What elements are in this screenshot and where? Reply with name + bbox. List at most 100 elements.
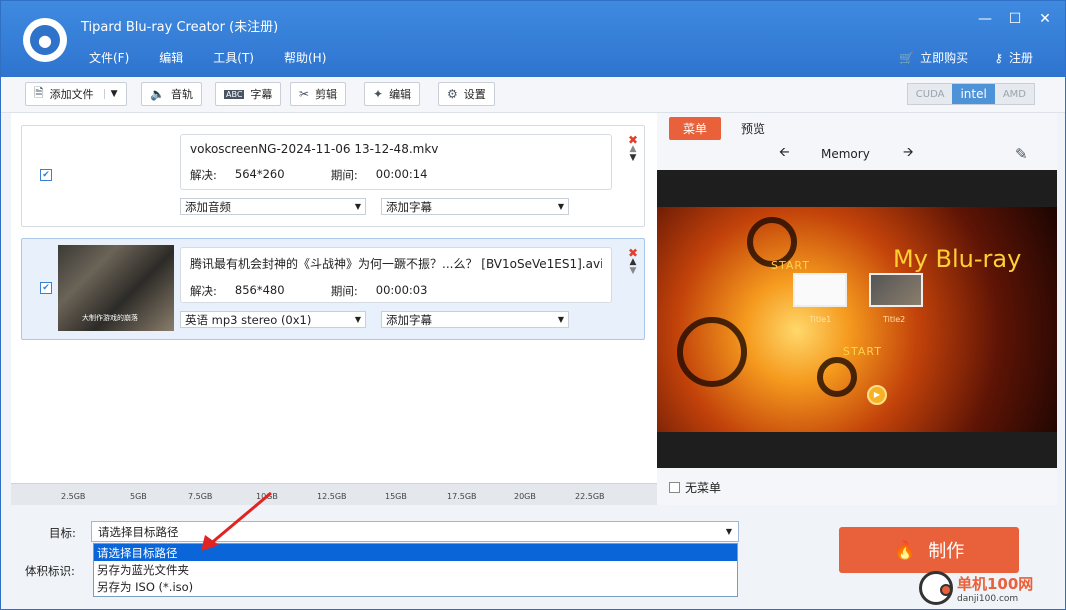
file-item[interactable]: ✔ 大制作游戏的崩落 腾讯最有机会封神的《斗战神》为何一蹶不振？...么？ [B…	[21, 238, 645, 340]
edit-button[interactable]: ✦ 编辑	[364, 82, 421, 106]
close-button[interactable]: ✕	[1037, 11, 1053, 27]
film-reel-graphic	[677, 317, 747, 387]
play-icon[interactable]: ▶	[867, 385, 887, 405]
subtitle-select[interactable]: 添加字幕 ▼	[381, 198, 569, 215]
move-down-icon[interactable]: ▼	[630, 154, 637, 163]
bluray-disc-icon: ●	[30, 25, 60, 55]
file-thumbnail: 大制作游戏的崩落	[58, 245, 174, 331]
window-title: Tipard Blu-ray Creator (未注册)	[81, 20, 279, 35]
ruler-tick: 17.5GB	[447, 492, 477, 501]
file-checkbox[interactable]: ✔	[40, 169, 52, 181]
top-links: 🛒 立即购买 ⚷ 注册	[899, 49, 1033, 66]
size-label: 体积标识:	[25, 564, 75, 578]
film-reel-graphic	[817, 357, 857, 397]
audio-select[interactable]: 添加音频 ▼	[180, 198, 366, 215]
file-item[interactable]: ✔ vokoscreenNG-2024-11-06 13-12-48.mkv 解…	[21, 125, 645, 227]
acceleration-switch: CUDA intel AMD	[906, 83, 1035, 105]
target-select[interactable]: 请选择目标路径 ▼	[91, 521, 739, 542]
tab-preview[interactable]: 预览	[727, 117, 779, 140]
ruler-tick: 15GB	[385, 492, 407, 501]
file-name: 腾讯最有机会封神的《斗战神》为何一蹶不振？...么？ [BV1oSeVe1ES1…	[190, 257, 602, 271]
arrow-right-icon[interactable]: 🡪	[903, 143, 914, 165]
thumbnail-caption: 大制作游戏的崩落	[82, 314, 138, 322]
menu-bar: 文件(F) 编辑 工具(T) 帮助(H)	[89, 49, 326, 66]
subtitle-select[interactable]: 添加字幕 ▼	[381, 311, 569, 328]
edit-menu-icon[interactable]: ✎	[1015, 145, 1028, 163]
edit-label: 编辑	[389, 88, 412, 101]
settings-label: 设置	[463, 88, 486, 101]
ruler-tick: 12.5GB	[317, 492, 347, 501]
arrow-shaft	[208, 491, 272, 547]
duration-value: 00:00:14	[375, 167, 428, 181]
make-label: 制作	[928, 541, 965, 562]
file-checkbox[interactable]: ✔	[40, 282, 52, 294]
file-thumbnail	[58, 132, 174, 218]
file-info: 腾讯最有机会封神的《斗战神》为何一蹶不振？...么？ [BV1oSeVe1ES1…	[180, 247, 612, 303]
watermark-logo-icon	[919, 571, 953, 605]
file-info: vokoscreenNG-2024-11-06 13-12-48.mkv 解决:…	[180, 134, 612, 190]
make-button[interactable]: 🔥 制作	[839, 527, 1019, 573]
ruler-tick: 20GB	[514, 492, 536, 501]
arrow-left-icon[interactable]: 🡨	[779, 143, 790, 165]
resolution-value: 856*480	[234, 283, 285, 297]
settings-button[interactable]: ⚙ 设置	[438, 82, 495, 106]
chevron-down-icon: ▼	[557, 202, 564, 211]
title2-thumbnail[interactable]	[869, 273, 923, 307]
stars-icon: ✦	[373, 87, 384, 101]
option-save-iso[interactable]: 另存为 ISO (*.iso)	[94, 578, 737, 595]
title1-thumbnail[interactable]	[793, 273, 847, 307]
add-file-button[interactable]: 🗎 添加文件 ▼	[25, 82, 127, 106]
audio-track-button[interactable]: 🔈 音轨	[141, 82, 202, 106]
title1-caption: Title1	[809, 315, 832, 324]
target-dropdown-list: 请选择目标路径 另存为蓝光文件夹 另存为 ISO (*.iso)	[93, 543, 738, 597]
audio-track-label: 音轨	[170, 88, 193, 101]
add-file-dropdown-arrow[interactable]: ▼	[103, 89, 118, 99]
buy-now-link[interactable]: 🛒 立即购买	[899, 49, 968, 66]
template-name: Memory	[821, 147, 870, 161]
minimize-button[interactable]: —	[977, 11, 993, 27]
title2-caption: Title2	[883, 315, 906, 324]
tab-menu[interactable]: 菜单	[669, 117, 722, 140]
cuda-toggle[interactable]: CUDA	[907, 84, 953, 104]
subtitle-select-value: 添加字幕	[386, 312, 432, 327]
menu-background: My Blu-ray START Title1 Title2 START ▶	[657, 207, 1057, 432]
no-menu-label: 无菜单	[685, 481, 722, 495]
audio-select-value: 添加音频	[185, 199, 231, 214]
maximize-button[interactable]: ☐	[1007, 11, 1023, 27]
buy-now-label: 立即购买	[920, 51, 969, 65]
gear-icon: ⚙	[447, 87, 458, 101]
duration-label: 期间:	[330, 168, 358, 182]
option-save-bluray-folder[interactable]: 另存为蓝光文件夹	[94, 561, 737, 578]
menu-edit[interactable]: 编辑	[159, 49, 183, 66]
chevron-down-icon: ▼	[354, 315, 361, 324]
audio-select[interactable]: 英语 mp3 stereo (0x1) ▼	[180, 311, 366, 328]
menu-file[interactable]: 文件(F)	[89, 49, 129, 66]
clip-button[interactable]: ✂ 剪辑	[290, 82, 347, 106]
duration-label: 期间:	[330, 284, 358, 298]
register-link[interactable]: ⚷ 注册	[994, 49, 1033, 66]
menu-tools[interactable]: 工具(T)	[213, 49, 254, 66]
watermark-main: 单机100网	[957, 574, 1034, 593]
amd-toggle[interactable]: AMD	[994, 84, 1034, 104]
intel-toggle[interactable]: intel	[952, 84, 995, 104]
resolution-label: 解决:	[190, 284, 217, 298]
move-down-icon[interactable]: ▼	[630, 267, 637, 276]
target-value: 请选择目标路径	[98, 524, 179, 539]
menu-help[interactable]: 帮助(H)	[284, 49, 326, 66]
capacity-ruler: 2.5GB 5GB 7.5GB 10GB 12.5GB 15GB 17.5GB …	[11, 483, 657, 505]
register-label: 注册	[1008, 51, 1033, 65]
target-label: 目标:	[49, 526, 76, 540]
resolution-label: 解决:	[190, 168, 217, 182]
site-watermark: 单机100网 danji100.com	[919, 571, 1033, 605]
chevron-down-icon: ▼	[354, 202, 361, 211]
checkbox-box	[669, 482, 680, 493]
file-list: ✔ vokoscreenNG-2024-11-06 13-12-48.mkv 解…	[11, 113, 657, 483]
clip-label: 剪辑	[315, 88, 338, 101]
ruler-tick: 22.5GB	[575, 492, 605, 501]
window-controls: — ☐ ✕	[977, 11, 1053, 27]
key-icon: ⚷	[994, 50, 1003, 65]
subtitle-button[interactable]: ABC 字幕	[215, 82, 282, 106]
chevron-down-icon: ▼	[557, 315, 564, 324]
no-menu-checkbox[interactable]: 无菜单	[669, 479, 721, 496]
subtitle-label: 字幕	[250, 88, 273, 101]
